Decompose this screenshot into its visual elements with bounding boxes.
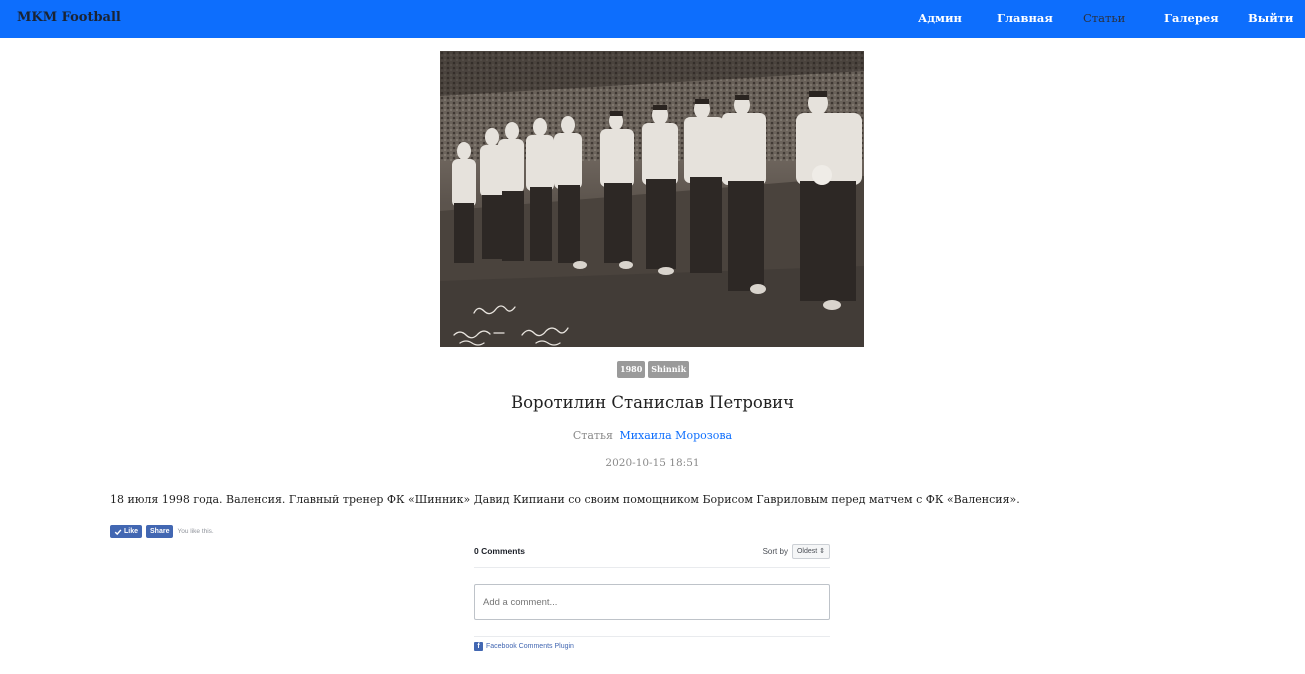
facebook-icon: f <box>474 642 483 651</box>
tag-1980[interactable]: 1980 <box>617 361 646 378</box>
share-label: Share <box>150 528 170 535</box>
sort-control: Sort by Oldest ⇕ <box>763 544 830 559</box>
sort-arrows-icon: ⇕ <box>819 548 825 555</box>
nav-link-logout[interactable]: Выйти <box>1248 11 1293 25</box>
article-body: 18 июля 1998 года. Валенсия. Главный тре… <box>110 493 1020 506</box>
nav-link-home[interactable]: Главная <box>997 11 1053 25</box>
comments-plugin-link[interactable]: f Facebook Comments Plugin <box>474 642 574 651</box>
article-date: 2020-10-15 18:51 <box>605 457 700 469</box>
sort-value: Oldest <box>796 548 818 555</box>
tag-list: 1980 Shinnik <box>617 361 690 378</box>
comment-count: 0 Comments <box>474 546 526 556</box>
nav-link-gallery[interactable]: Галерея <box>1164 11 1219 25</box>
comment-input[interactable] <box>474 584 830 620</box>
like-label: Like <box>124 528 139 535</box>
nav-link-admin[interactable]: Админ <box>918 11 962 25</box>
author-line: Статья Михаила Морозова <box>0 429 1305 442</box>
sort-label: Sort by <box>762 547 788 556</box>
check-icon <box>114 528 122 535</box>
divider <box>474 567 830 568</box>
share-button[interactable]: Share <box>146 525 174 538</box>
plugin-label: Facebook Comments Plugin <box>486 643 574 650</box>
article-title: Воротилин Станислав Петрович <box>510 393 795 412</box>
article-photo <box>440 51 864 347</box>
author-link[interactable]: Михаила Морозова <box>619 429 732 442</box>
like-button[interactable]: Like <box>110 525 143 538</box>
author-prefix: Статья <box>572 429 613 442</box>
facebook-like-widget: Like Share You like this. <box>110 525 214 538</box>
nav-link-articles[interactable]: Статьи <box>1083 11 1125 25</box>
facebook-comments: 0 Comments Sort by Oldest ⇕ f Facebook C… <box>474 540 830 655</box>
top-navbar: MKM Football Админ Главная Статьи Галере… <box>0 0 1305 38</box>
brand-link[interactable]: MKM Football <box>17 10 121 25</box>
like-note: You like this. <box>177 528 214 535</box>
tag-shinnik[interactable]: Shinnik <box>648 361 690 378</box>
divider <box>474 636 830 637</box>
sort-select[interactable]: Oldest ⇕ <box>791 544 830 559</box>
